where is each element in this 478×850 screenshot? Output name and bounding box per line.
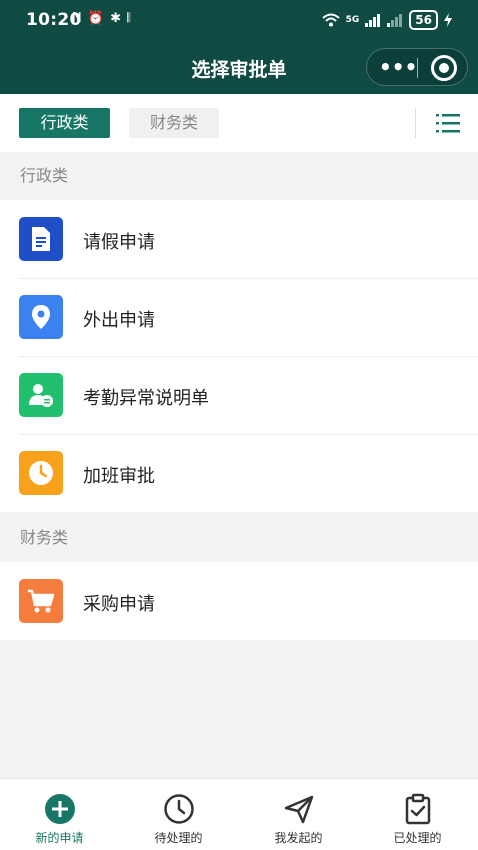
tabbar-processed[interactable]: 已处理的: [358, 779, 477, 850]
tab-administrative[interactable]: 行政类: [19, 108, 110, 138]
send-icon: [284, 795, 314, 824]
section-header-administrative: 行政类: [0, 152, 478, 200]
list-menu-icon[interactable]: [436, 112, 460, 134]
clock-outline-icon: [164, 794, 194, 824]
network-type: 5G: [345, 15, 360, 25]
cart-icon: [19, 579, 63, 623]
document-icon: [19, 217, 63, 261]
item-label: 采购申请: [83, 594, 155, 615]
tabbar-initiated[interactable]: 我发起的: [239, 779, 358, 850]
bottom-tab-bar: 新的申请 待处理的 我发起的 已处理的: [0, 778, 478, 850]
tabs-divider: [415, 108, 416, 138]
tabbar-label: 我发起的: [274, 831, 323, 845]
list-item-overtime-approval[interactable]: 加班审批: [0, 434, 478, 512]
clock-icon: [19, 451, 63, 495]
signal-icon-2: [387, 14, 403, 27]
location-pin-icon: [19, 295, 63, 339]
wifi-icon: [321, 13, 340, 27]
status-bar: 10:20 N ⏰ ✱ 𝄃 5G 56: [0, 0, 478, 40]
list-item-purchase-request[interactable]: 采购申请: [0, 562, 478, 640]
list-item-leave-request[interactable]: 请假申请: [0, 200, 478, 278]
charging-icon: [444, 13, 452, 27]
clipboard-check-icon: [405, 793, 431, 825]
battery-indicator: 56: [409, 10, 438, 30]
tab-finance[interactable]: 财务类: [129, 108, 219, 138]
administrative-list: 请假申请 外出申请 考勤异常说明单 加班审批: [0, 200, 478, 512]
section-header-finance: 财务类: [0, 514, 478, 562]
tabbar-label: 新的申请: [35, 831, 84, 845]
tabbar-label: 待处理的: [154, 831, 203, 845]
item-label: 请假申请: [83, 232, 155, 253]
category-tabs: 行政类 财务类: [0, 94, 478, 152]
more-icon[interactable]: •••: [379, 55, 417, 79]
add-circle-icon: [45, 794, 75, 824]
list-item-attendance-exception[interactable]: 考勤异常说明单: [0, 356, 478, 434]
user-clock-icon: [19, 373, 63, 417]
item-label: 加班审批: [83, 466, 155, 487]
status-right-icons: 5G 56: [321, 10, 452, 30]
signal-icon: [365, 14, 381, 27]
capsule-divider: [417, 58, 418, 78]
finance-list: 采购申请: [0, 562, 478, 640]
item-label: 外出申请: [83, 310, 155, 331]
list-item-outing-request[interactable]: 外出申请: [0, 278, 478, 356]
tabbar-label: 已处理的: [393, 831, 442, 845]
item-label: 考勤异常说明单: [83, 388, 209, 409]
mini-program-capsule: •••: [366, 48, 468, 86]
tabbar-new-request[interactable]: 新的申请: [0, 779, 119, 850]
close-target-icon[interactable]: [431, 55, 457, 81]
status-left-icons: N ⏰ ✱ 𝄃: [72, 11, 132, 26]
tabbar-pending[interactable]: 待处理的: [119, 779, 238, 850]
